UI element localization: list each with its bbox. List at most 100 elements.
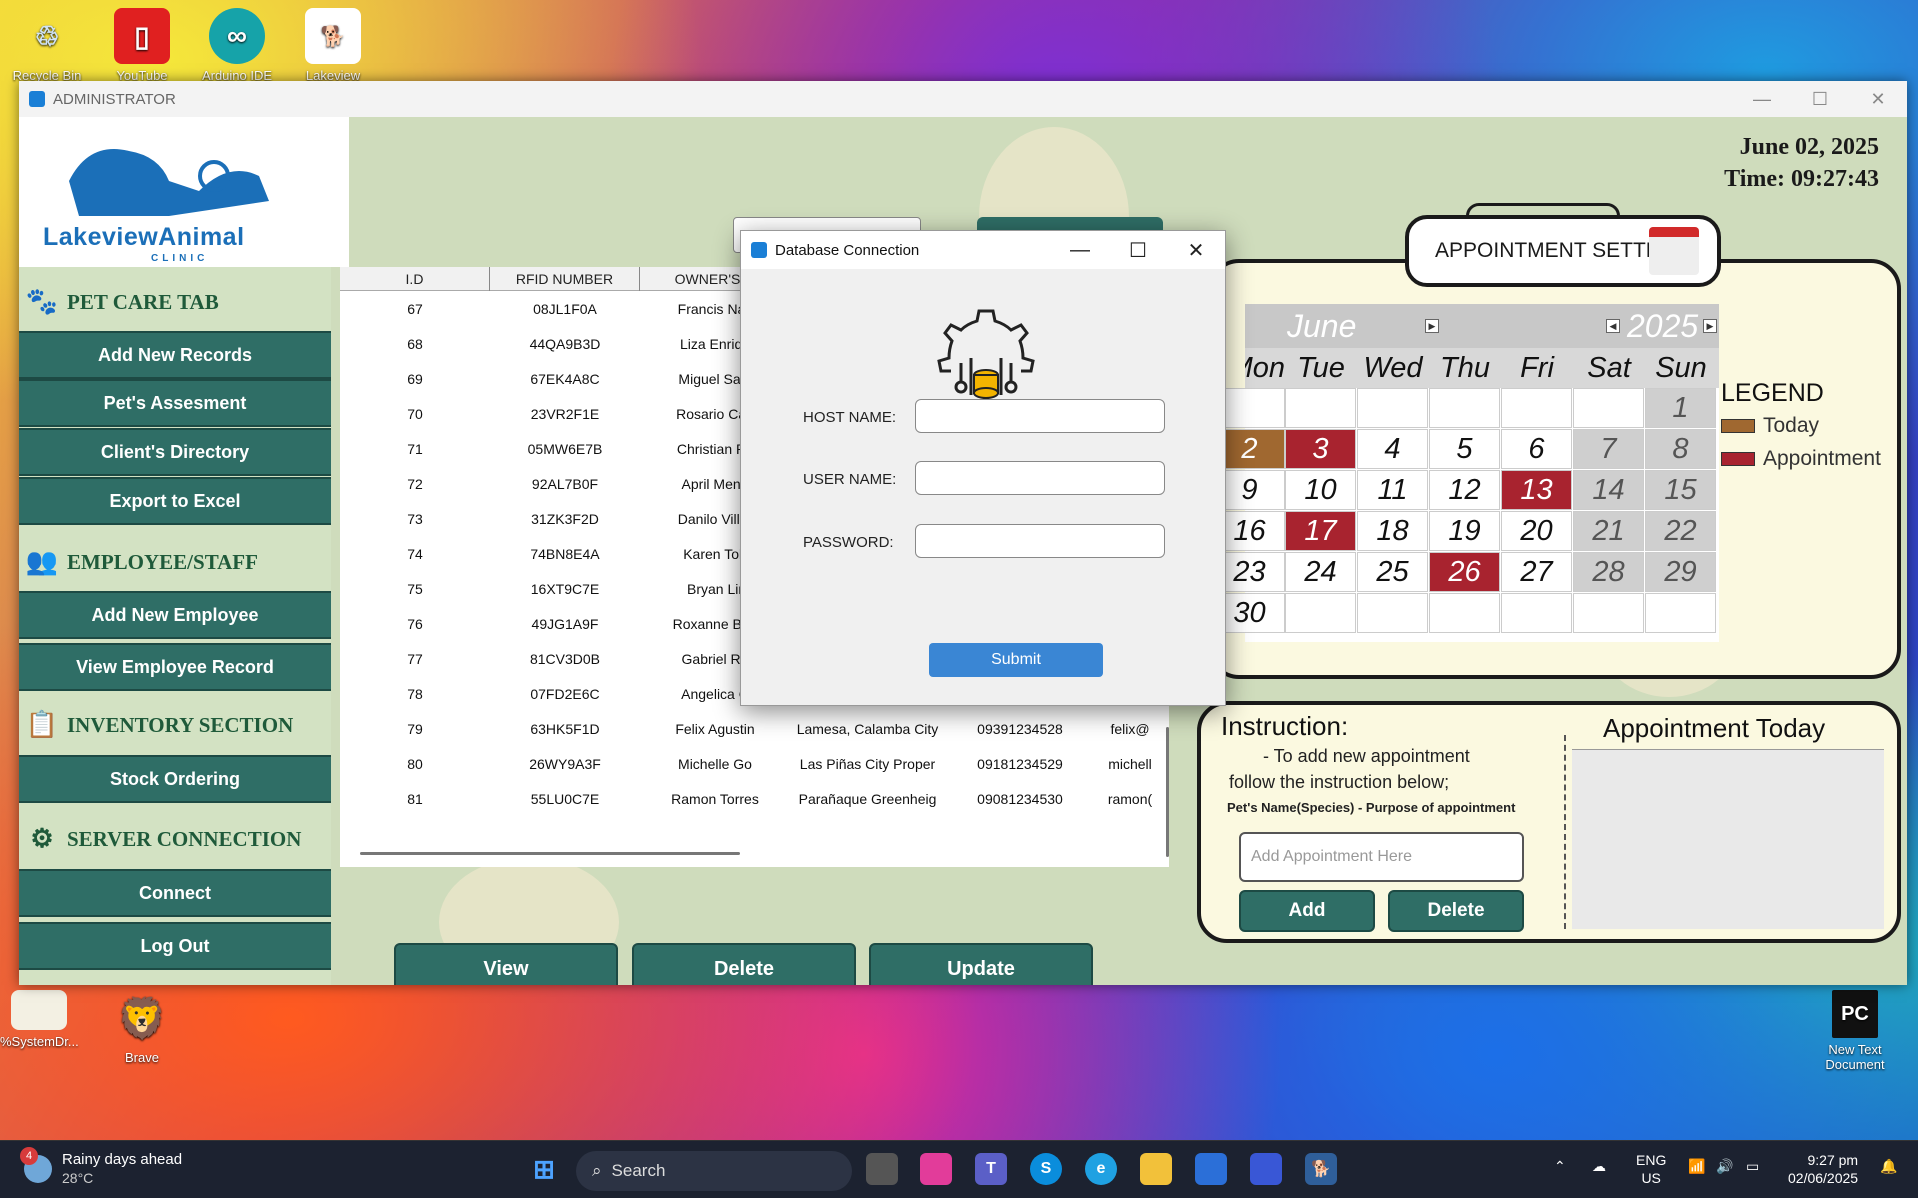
text-document-icon[interactable]: PC New Text Document — [1812, 990, 1898, 1072]
calendar-day[interactable]: 20 — [1501, 511, 1572, 551]
calendar-year: 2025 — [1627, 308, 1699, 344]
prev-year-icon[interactable]: ◀ — [1606, 319, 1620, 333]
skype-icon[interactable]: S — [1030, 1153, 1062, 1185]
table-cell-id: 78 — [407, 685, 423, 702]
next-month-icon[interactable]: ▶ — [1425, 319, 1439, 333]
submit-button[interactable]: Submit — [929, 643, 1103, 677]
password-field[interactable] — [915, 524, 1165, 558]
minimize-button[interactable]: — — [1733, 81, 1791, 117]
dialog-minimize-button[interactable]: — — [1051, 231, 1109, 269]
section-title: PET CARE TAB — [67, 289, 219, 314]
battery-icon[interactable]: ▭ — [1746, 1157, 1759, 1175]
pets-assessment-button[interactable]: Pet's Assesment — [19, 379, 331, 427]
calendar-empty-cell — [1501, 593, 1572, 633]
onedrive-icon[interactable]: ☁ — [1592, 1157, 1606, 1175]
calendar-day[interactable]: 21 — [1573, 511, 1644, 551]
appointment-setter-header: APPOINTMENT SETTER — [1405, 215, 1721, 287]
add-new-records-button[interactable]: Add New Records — [19, 331, 331, 379]
window-titlebar: ADMINISTRATOR — [19, 81, 1907, 117]
task-view-icon[interactable] — [866, 1153, 898, 1185]
file-explorer-icon[interactable] — [1140, 1153, 1172, 1185]
language-code: ENG — [1636, 1152, 1667, 1168]
table-cell-phone: 09081234530 — [977, 790, 1063, 807]
calendar-day[interactable]: 19 — [1429, 511, 1500, 551]
system-drive-icon[interactable]: %SystemDr... — [0, 990, 79, 1049]
calendar-day[interactable]: 29 — [1645, 552, 1716, 592]
wifi-icon[interactable]: 📶 — [1688, 1157, 1705, 1175]
show-hidden-icons[interactable]: ⌃ — [1554, 1157, 1566, 1175]
calendar-day[interactable]: 26 — [1429, 552, 1500, 592]
calendar-day[interactable]: 18 — [1357, 511, 1428, 551]
calendar-day[interactable]: 4 — [1357, 429, 1428, 469]
store-icon[interactable] — [1195, 1153, 1227, 1185]
host-name-field[interactable] — [915, 399, 1165, 433]
horizontal-scrollbar[interactable] — [360, 852, 740, 855]
add-new-employee-button[interactable]: Add New Employee — [19, 591, 331, 639]
calendar-day[interactable]: 13 — [1501, 470, 1572, 510]
taskbar-clock[interactable]: 9:27 pm 02/06/2025 — [1788, 1151, 1858, 1187]
calendar-day[interactable]: 11 — [1357, 470, 1428, 510]
table-row[interactable]: 80 26WY9A3F Michelle Go Las Piñas City Prop… — [340, 746, 1165, 781]
column-header-id[interactable]: I.D — [340, 267, 490, 291]
calendar-day[interactable]: 15 — [1645, 470, 1716, 510]
volume-icon[interactable]: 🔊 — [1716, 1157, 1733, 1175]
add-appointment-button[interactable]: Add — [1239, 890, 1375, 932]
update-button[interactable]: Update — [869, 943, 1093, 985]
instruction-title: Instruction: — [1221, 711, 1349, 741]
calendar-day[interactable]: 14 — [1573, 470, 1644, 510]
user-name-field[interactable] — [915, 461, 1165, 495]
calendar-day[interactable]: 22 — [1645, 511, 1716, 551]
calendar-day[interactable]: 7 — [1573, 429, 1644, 469]
calendar-empty-cell — [1645, 593, 1716, 633]
calendar-header: June ▶ ◀ 2025 ▶ — [1245, 304, 1719, 348]
calendar-day[interactable]: 12 — [1429, 470, 1500, 510]
lakeview-taskbar-icon[interactable]: 🐕 — [1305, 1153, 1337, 1185]
table-row[interactable]: 81 55LU0C7E Ramon Torres Parañaque Greenhei… — [340, 781, 1165, 816]
lakeview-app-icon[interactable]: 🐕 Lakeview — [294, 8, 372, 83]
youtube-app-icon[interactable]: ▯ YouTube — [103, 8, 181, 83]
edge-icon[interactable]: e — [1085, 1153, 1117, 1185]
calendar-day[interactable]: 27 — [1501, 552, 1572, 592]
next-year-icon[interactable]: ▶ — [1703, 319, 1717, 333]
export-to-excel-button[interactable]: Export to Excel — [19, 477, 331, 525]
windows-start-icon[interactable]: ⊞ — [528, 1153, 560, 1185]
copilot-icon[interactable] — [920, 1153, 952, 1185]
delete-record-button[interactable]: Delete — [632, 943, 856, 985]
calendar-day[interactable]: 6 — [1501, 429, 1572, 469]
vertical-scrollbar[interactable] — [1166, 727, 1169, 857]
recycle-bin-icon[interactable]: ♲ Recycle Bin — [8, 8, 86, 84]
table-row[interactable]: 79 63HK5F1D Felix Agustin Lamesa, Calamba C… — [340, 711, 1165, 746]
taskbar-search[interactable]: ⌕ Search — [576, 1151, 852, 1191]
calendar-day[interactable]: 17 — [1285, 511, 1356, 551]
calendar-day[interactable]: 10 — [1285, 470, 1356, 510]
pycharm-editor-icon[interactable] — [1250, 1153, 1282, 1185]
calendar-day[interactable]: 5 — [1429, 429, 1500, 469]
calendar-day[interactable]: 24 — [1285, 552, 1356, 592]
appointment-today-list[interactable] — [1572, 749, 1884, 929]
weather-widget[interactable]: 4 Rainy days ahead 28°C — [20, 1147, 182, 1188]
brave-browser-icon[interactable]: 🦁 Brave — [103, 990, 181, 1066]
calendar-day[interactable]: 3 — [1285, 429, 1356, 469]
view-button[interactable]: View — [394, 943, 618, 985]
legend-label: Today — [1763, 414, 1820, 437]
dialog-close-button[interactable]: ✕ — [1167, 231, 1225, 269]
teams-icon[interactable]: T — [975, 1153, 1007, 1185]
close-button[interactable]: ✕ — [1849, 81, 1907, 117]
column-header-rfid[interactable]: RFID NUMBER — [490, 267, 640, 291]
clients-directory-button[interactable]: Client's Directory — [19, 428, 331, 476]
appointment-input[interactable]: Add Appointment Here — [1239, 832, 1524, 882]
calendar-day[interactable]: 28 — [1573, 552, 1644, 592]
log-out-button[interactable]: Log Out — [19, 922, 331, 970]
stock-ordering-button[interactable]: Stock Ordering — [19, 755, 331, 803]
connect-button[interactable]: Connect — [19, 869, 331, 917]
dialog-maximize-button[interactable]: ☐ — [1109, 231, 1167, 269]
delete-appointment-button[interactable]: Delete — [1388, 890, 1524, 932]
calendar-day[interactable]: 25 — [1357, 552, 1428, 592]
arduino-ide-icon[interactable]: ∞ Arduino IDE — [198, 8, 276, 83]
view-employee-record-button[interactable]: View Employee Record — [19, 643, 331, 691]
language-indicator[interactable]: ENG US — [1636, 1151, 1666, 1187]
calendar-day[interactable]: 1 — [1645, 388, 1716, 428]
maximize-button[interactable]: ☐ — [1791, 81, 1849, 117]
notification-bell-icon[interactable]: 🔔 — [1880, 1157, 1897, 1175]
calendar-day[interactable]: 8 — [1645, 429, 1716, 469]
